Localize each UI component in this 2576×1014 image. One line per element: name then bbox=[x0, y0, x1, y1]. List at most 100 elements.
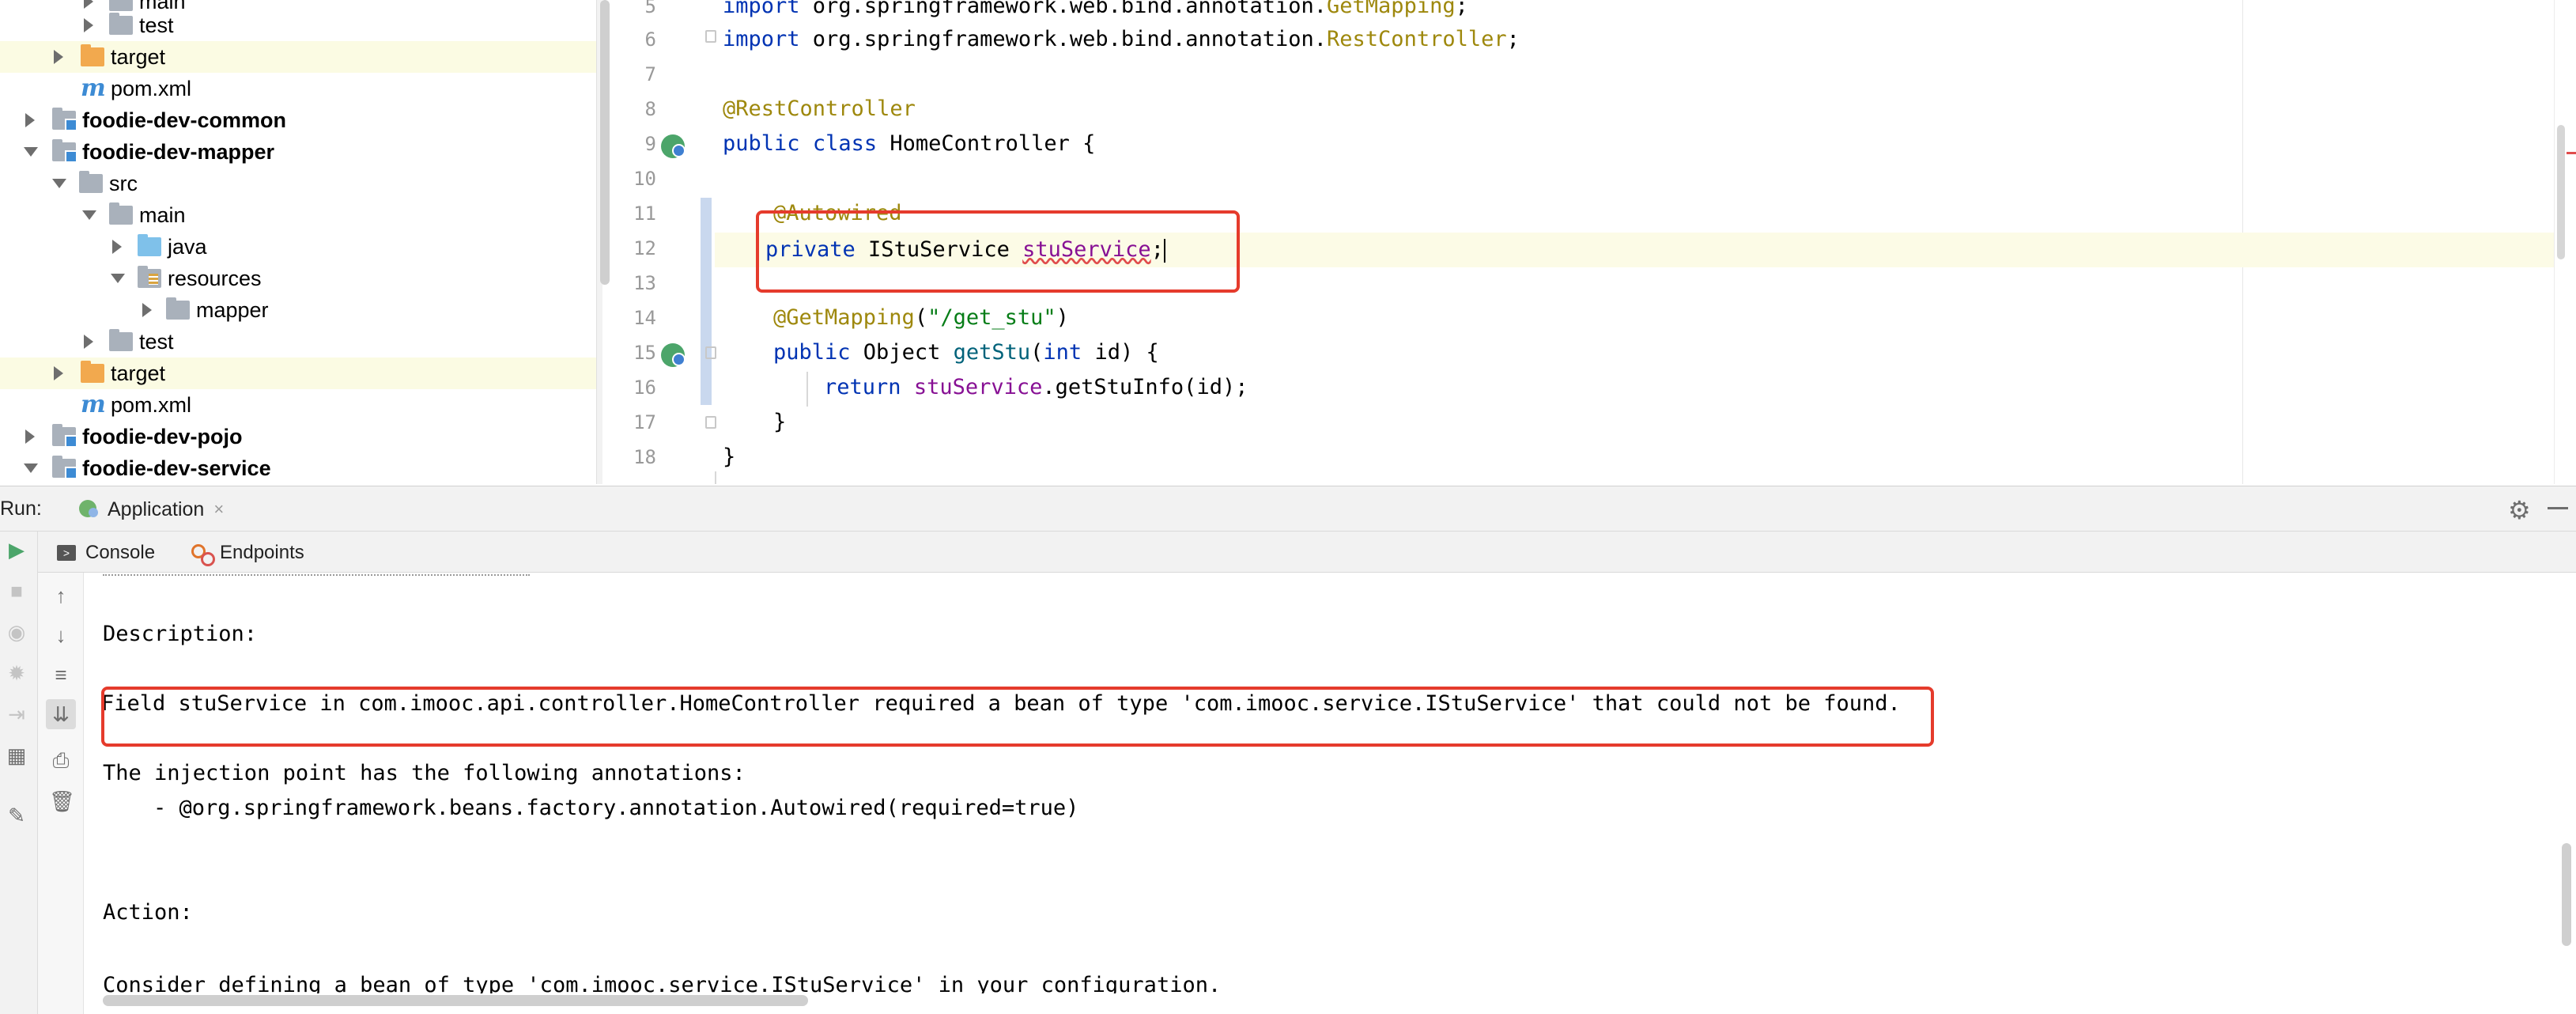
tree-item-foodie-dev-mapper[interactable]: foodie-dev-mapper bbox=[0, 136, 596, 168]
tab-console[interactable]: > Console bbox=[57, 538, 155, 568]
tree-item-mapper[interactable]: mapper bbox=[0, 294, 596, 326]
trash-icon[interactable]: 🗑 bbox=[49, 789, 75, 813]
collapse-arrow-icon[interactable] bbox=[24, 463, 38, 473]
tree-item-test[interactable]: test bbox=[0, 326, 596, 358]
expand-arrow-icon[interactable] bbox=[54, 366, 63, 380]
keyword: return bbox=[824, 375, 901, 399]
expand-arrow-icon[interactable] bbox=[112, 240, 122, 254]
gear-icon[interactable]: ⚙ bbox=[2508, 494, 2531, 526]
code-line-18[interactable]: } bbox=[723, 445, 735, 469]
tree-item-label: target bbox=[111, 44, 166, 69]
camera-icon[interactable]: ◉ bbox=[5, 620, 28, 644]
rerun-icon[interactable]: ▶ bbox=[5, 538, 28, 562]
tree-item-test[interactable]: test bbox=[0, 9, 596, 41]
code-line-8[interactable]: @RestController bbox=[723, 96, 916, 121]
layout-icon[interactable]: ▦ bbox=[5, 743, 28, 767]
code-line-5[interactable]: import org.springframework.web.bind.anno… bbox=[723, 0, 1468, 18]
close-icon[interactable]: × bbox=[213, 499, 224, 520]
fold-marker-icon[interactable] bbox=[705, 30, 716, 43]
debug-icon[interactable]: ✹ bbox=[5, 661, 28, 685]
code-line-16[interactable]: return stuService.getStuInfo(id); bbox=[824, 375, 1248, 399]
console-tab-bar: > Console Endpoints bbox=[38, 532, 2576, 573]
code-line-9[interactable]: public class HomeController { bbox=[723, 131, 1095, 156]
scroll-to-end-icon[interactable]: ⇊ bbox=[46, 699, 76, 729]
expand-arrow-icon[interactable] bbox=[25, 113, 35, 127]
folder-icon bbox=[166, 297, 190, 320]
module-folder-icon bbox=[52, 139, 77, 163]
tree-item-label: foodie-dev-common bbox=[82, 108, 287, 132]
highlight-box-autowired-field bbox=[756, 210, 1240, 293]
module-folder-icon bbox=[52, 456, 77, 479]
expand-arrow-icon[interactable] bbox=[84, 0, 93, 9]
class-ref: RestController bbox=[1327, 27, 1507, 51]
tree-scrollbar[interactable] bbox=[600, 0, 610, 285]
stop-icon[interactable]: ■ bbox=[5, 579, 28, 603]
collapse-arrow-icon[interactable] bbox=[52, 179, 66, 188]
tree-item-foodie-dev-service[interactable]: foodie-dev-service bbox=[0, 452, 596, 484]
tree-item-src[interactable]: src bbox=[0, 168, 596, 199]
folder-icon bbox=[109, 13, 133, 35]
line-number: 14 bbox=[633, 307, 656, 329]
arrow-down-icon[interactable]: ↓ bbox=[49, 623, 73, 647]
arrow-up-icon[interactable]: ↑ bbox=[49, 584, 73, 607]
console-toolbar: ↑ ↓ ≡ ⇊ ⎙ 🗑 bbox=[38, 573, 84, 1014]
vcs-change-marker[interactable] bbox=[701, 198, 712, 405]
folder-icon bbox=[79, 171, 103, 193]
code-text: org.springframework.web.bind.annotation. bbox=[799, 0, 1328, 18]
error-stripe-marker[interactable] bbox=[2567, 152, 2576, 154]
spring-boot-icon bbox=[76, 500, 100, 519]
code-text: ) bbox=[1056, 305, 1069, 330]
expand-arrow-icon[interactable] bbox=[84, 335, 93, 349]
console-vertical-scrollbar[interactable] bbox=[2562, 843, 2571, 946]
editor-scroll-thumb[interactable] bbox=[2557, 125, 2565, 259]
expand-arrow-icon[interactable] bbox=[54, 50, 63, 64]
highlight-box-error-message bbox=[101, 687, 1934, 747]
code-text: ( bbox=[914, 305, 928, 330]
collapse-arrow-icon[interactable] bbox=[82, 210, 96, 220]
run-gutter-icon[interactable] bbox=[661, 134, 686, 158]
fold-marker-icon[interactable] bbox=[705, 346, 716, 359]
resources-folder-icon bbox=[138, 266, 161, 288]
run-tab-application[interactable]: Application × bbox=[68, 491, 232, 528]
run-gutter-icon[interactable] bbox=[661, 343, 686, 367]
fold-marker-icon[interactable] bbox=[705, 416, 716, 429]
tree-item-target[interactable]: target bbox=[0, 41, 596, 73]
method-name: getStu bbox=[953, 340, 1031, 365]
exit-icon[interactable]: ⇥ bbox=[5, 702, 28, 726]
minimize-icon[interactable] bbox=[2548, 507, 2568, 509]
tree-item-resources[interactable]: resources bbox=[0, 263, 596, 294]
tree-item-foodie-dev-pojo[interactable]: foodie-dev-pojo bbox=[0, 421, 596, 452]
tree-item-pom[interactable]: m pom.xml bbox=[0, 389, 596, 421]
console-line: - @org.springframework.beans.factory.ann… bbox=[153, 796, 1079, 820]
tree-item-label: src bbox=[109, 171, 138, 195]
run-tab-label: Application bbox=[108, 498, 205, 520]
pin-icon[interactable]: ✎ bbox=[5, 804, 28, 827]
tab-endpoints-label: Endpoints bbox=[220, 542, 304, 563]
tree-item-target[interactable]: target bbox=[0, 358, 596, 389]
console-horizontal-scrollbar[interactable] bbox=[103, 995, 808, 1006]
code-line-17[interactable]: } bbox=[773, 410, 786, 434]
expand-arrow-icon[interactable] bbox=[84, 18, 93, 32]
tree-item-label: mapper bbox=[196, 297, 269, 322]
tree-item-pom[interactable]: m pom.xml bbox=[0, 73, 596, 104]
excluded-folder-icon bbox=[81, 44, 104, 66]
line-number: 13 bbox=[633, 272, 656, 294]
code-line-15[interactable]: public Object getStu(int id) { bbox=[773, 340, 1159, 365]
print-icon[interactable]: ⎙ bbox=[49, 748, 73, 772]
collapse-arrow-icon[interactable] bbox=[111, 274, 125, 283]
code-line-6[interactable]: import org.springframework.web.bind.anno… bbox=[723, 27, 1520, 51]
expand-arrow-icon[interactable] bbox=[142, 303, 152, 317]
tab-endpoints[interactable]: Endpoints bbox=[190, 538, 304, 568]
tree-item-java[interactable]: java bbox=[0, 231, 596, 263]
tree-item-foodie-dev-common[interactable]: foodie-dev-common bbox=[0, 104, 596, 136]
maven-icon: m bbox=[81, 74, 106, 102]
tab-console-label: Console bbox=[85, 542, 156, 563]
soft-wrap-icon[interactable]: ≡ bbox=[49, 663, 73, 687]
expand-arrow-icon[interactable] bbox=[25, 429, 35, 444]
tree-item-label: test bbox=[139, 329, 174, 354]
code-line-14[interactable]: @GetMapping("/get_stu") bbox=[773, 305, 1069, 330]
console-output[interactable]: Description: Field stuService in com.imo… bbox=[84, 573, 2554, 993]
maven-icon: m bbox=[81, 391, 106, 418]
collapse-arrow-icon[interactable] bbox=[24, 147, 38, 157]
tree-item-main[interactable]: main bbox=[0, 199, 596, 231]
